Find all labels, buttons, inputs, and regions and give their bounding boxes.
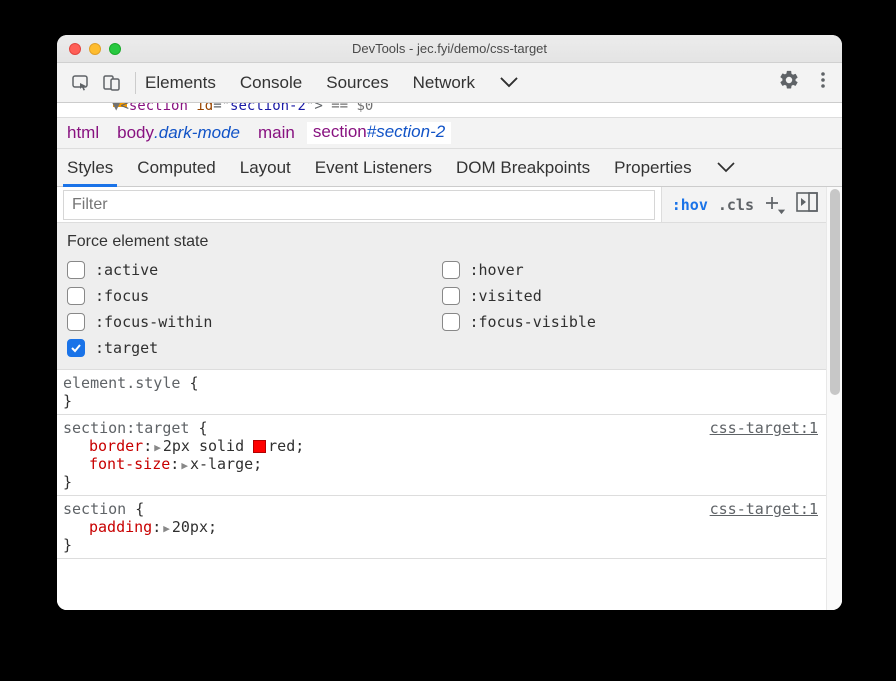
color-swatch-icon[interactable] <box>253 440 266 453</box>
state-focus-within[interactable]: :focus-within <box>67 313 442 331</box>
checkbox-icon[interactable] <box>442 313 460 331</box>
close-icon[interactable] <box>69 43 81 55</box>
dom-source-line[interactable]: ▼<section id="section-2"> == $0 <box>57 103 842 117</box>
checkbox-icon[interactable] <box>67 287 85 305</box>
subtab-computed[interactable]: Computed <box>137 158 215 178</box>
inspect-element-icon[interactable] <box>67 69 95 97</box>
scrollbar[interactable] <box>826 187 842 610</box>
devtools-window: DevTools - jec.fyi/demo/css-target Eleme… <box>57 35 842 610</box>
cls-toggle[interactable]: .cls <box>718 196 754 214</box>
window-title: DevTools - jec.fyi/demo/css-target <box>352 41 547 56</box>
breadcrumb-section[interactable]: section#section-2 <box>307 122 451 144</box>
state-label: :hover <box>470 261 524 279</box>
state-target[interactable]: :target <box>67 339 442 357</box>
checkbox-icon[interactable] <box>442 287 460 305</box>
tab-elements[interactable]: Elements <box>145 73 216 93</box>
state-label: :focus-within <box>95 313 212 331</box>
force-element-state-panel: Force element state :active :hover :focus:… <box>57 223 826 370</box>
css-declaration[interactable]: font-size:▶x-large; <box>63 455 818 473</box>
breadcrumbs: html body.dark-mode main section#section… <box>57 117 842 149</box>
main-toolbar: Elements Console Sources Network <box>57 63 842 103</box>
force-state-title: Force element state <box>67 233 816 251</box>
window-titlebar: DevTools - jec.fyi/demo/css-target <box>57 35 842 63</box>
state-visited[interactable]: :visited <box>442 287 817 305</box>
filter-input[interactable] <box>63 190 655 220</box>
state-focus-visible[interactable]: :focus-visible <box>442 313 817 331</box>
settings-icon[interactable] <box>778 69 800 96</box>
kebab-menu-icon[interactable] <box>814 71 832 94</box>
rule-source-link[interactable]: css-target:1 <box>710 500 818 518</box>
state-label: :visited <box>470 287 542 305</box>
state-active[interactable]: :active <box>67 261 442 279</box>
subtab-properties[interactable]: Properties <box>614 158 691 178</box>
hov-toggle[interactable]: :hov <box>672 196 708 214</box>
rule-selector[interactable]: section <box>63 500 126 518</box>
breadcrumb-body[interactable]: body.dark-mode <box>117 123 240 143</box>
checkbox-icon[interactable] <box>67 313 85 331</box>
checkbox-icon[interactable] <box>67 261 85 279</box>
state-label: :focus-visible <box>470 313 596 331</box>
rule-source-link[interactable]: css-target:1 <box>710 419 818 437</box>
subtab-more-icon[interactable] <box>716 158 736 178</box>
filter-row: :hov .cls <box>57 187 826 223</box>
subtab-styles[interactable]: Styles <box>67 158 113 178</box>
state-label: :active <box>95 261 158 279</box>
toggle-sidebar-icon[interactable] <box>796 192 818 217</box>
subtab-event-listeners[interactable]: Event Listeners <box>315 158 432 178</box>
state-hover[interactable]: :hover <box>442 261 817 279</box>
tab-more-icon[interactable] <box>499 73 519 93</box>
styles-pane: :hov .cls Force element state :active :ho… <box>57 187 842 610</box>
state-label: :focus <box>95 287 149 305</box>
checkbox-icon[interactable] <box>67 339 85 357</box>
rule-selector[interactable]: element.style <box>63 374 180 392</box>
styles-subtabs: Styles Computed Layout Event Listeners D… <box>57 149 842 187</box>
device-toolbar-icon[interactable] <box>98 69 126 97</box>
css-rule[interactable]: css-target:1section {padding:▶20px;} <box>57 496 826 559</box>
subtab-dom-breakpoints[interactable]: DOM Breakpoints <box>456 158 590 178</box>
new-style-rule-icon[interactable] <box>764 195 786 215</box>
state-label: :target <box>95 339 158 357</box>
divider <box>135 72 136 94</box>
rule-selector[interactable]: section:target <box>63 419 189 437</box>
tab-console[interactable]: Console <box>240 73 302 93</box>
breadcrumb-html[interactable]: html <box>67 123 99 143</box>
css-declaration[interactable]: border:▶2px solid red; <box>63 437 818 455</box>
checkbox-icon[interactable] <box>442 261 460 279</box>
window-controls <box>69 43 121 55</box>
css-rule[interactable]: element.style {} <box>57 370 826 415</box>
minimize-icon[interactable] <box>89 43 101 55</box>
breadcrumb-main[interactable]: main <box>258 123 295 143</box>
tab-network[interactable]: Network <box>413 73 475 93</box>
css-rule[interactable]: css-target:1section:target {border:▶2px … <box>57 415 826 496</box>
scroll-thumb[interactable] <box>830 189 840 395</box>
state-focus[interactable]: :focus <box>67 287 442 305</box>
css-declaration[interactable]: padding:▶20px; <box>63 518 818 536</box>
main-tabs: Elements Console Sources Network <box>145 73 519 93</box>
subtab-layout[interactable]: Layout <box>240 158 291 178</box>
tab-sources[interactable]: Sources <box>326 73 388 93</box>
maximize-icon[interactable] <box>109 43 121 55</box>
